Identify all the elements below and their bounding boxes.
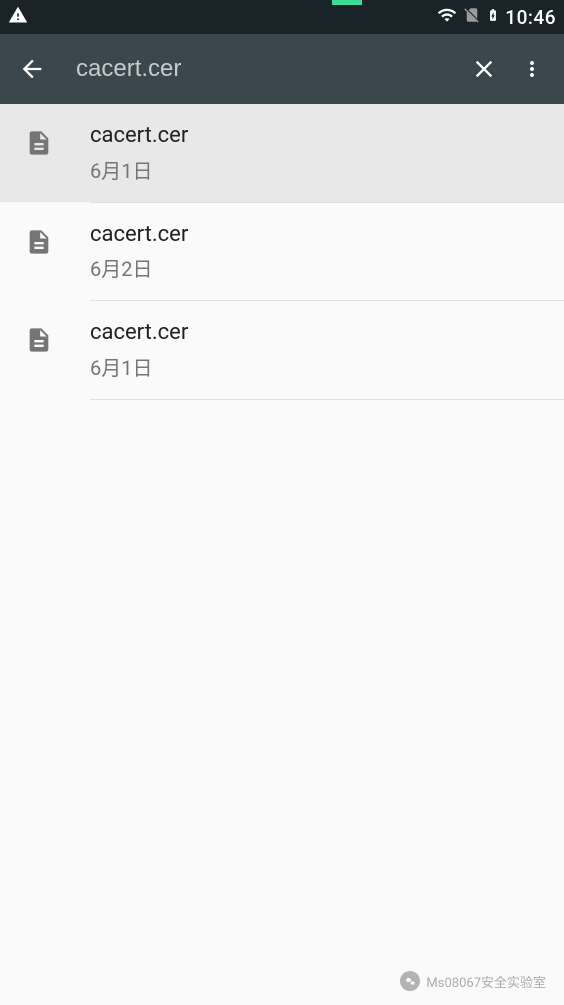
battery-charging-icon [486, 4, 500, 31]
status-bar: 10:46 [0, 0, 564, 34]
app-bar [0, 34, 564, 104]
list-item[interactable]: cacert.cer 6月1日 [0, 301, 564, 399]
overflow-menu-button[interactable] [508, 45, 556, 93]
file-icon [18, 122, 60, 160]
list-item[interactable]: cacert.cer 6月1日 [0, 104, 564, 202]
back-button[interactable] [8, 45, 56, 93]
file-text: cacert.cer 6月1日 [90, 122, 188, 184]
file-name: cacert.cer [90, 122, 188, 151]
warning-icon [8, 5, 28, 30]
wifi-icon [436, 5, 458, 30]
status-right: 10:46 [436, 4, 556, 31]
search-input-wrap [76, 55, 460, 83]
file-name: cacert.cer [90, 221, 188, 250]
divider [90, 399, 564, 400]
status-accent [332, 0, 362, 5]
list-item[interactable]: cacert.cer 6月2日 [0, 203, 564, 301]
no-sim-icon [463, 5, 481, 30]
search-input[interactable] [76, 55, 460, 83]
file-icon [18, 319, 60, 357]
watermark-text: Ms08067安全实验室 [426, 972, 546, 991]
file-name: cacert.cer [90, 319, 188, 348]
file-date: 6月2日 [90, 253, 188, 282]
file-text: cacert.cer 6月2日 [90, 221, 188, 283]
status-time: 10:46 [505, 6, 556, 29]
watermark: Ms08067安全实验室 [400, 971, 546, 991]
clear-button[interactable] [460, 45, 508, 93]
file-icon [18, 221, 60, 259]
wechat-icon [400, 971, 420, 991]
status-left [8, 5, 28, 30]
file-date: 6月1日 [90, 155, 188, 184]
results-list: cacert.cer 6月1日 cacert.cer 6月2日 cacert.c… [0, 104, 564, 400]
file-text: cacert.cer 6月1日 [90, 319, 188, 381]
file-date: 6月1日 [90, 352, 188, 381]
